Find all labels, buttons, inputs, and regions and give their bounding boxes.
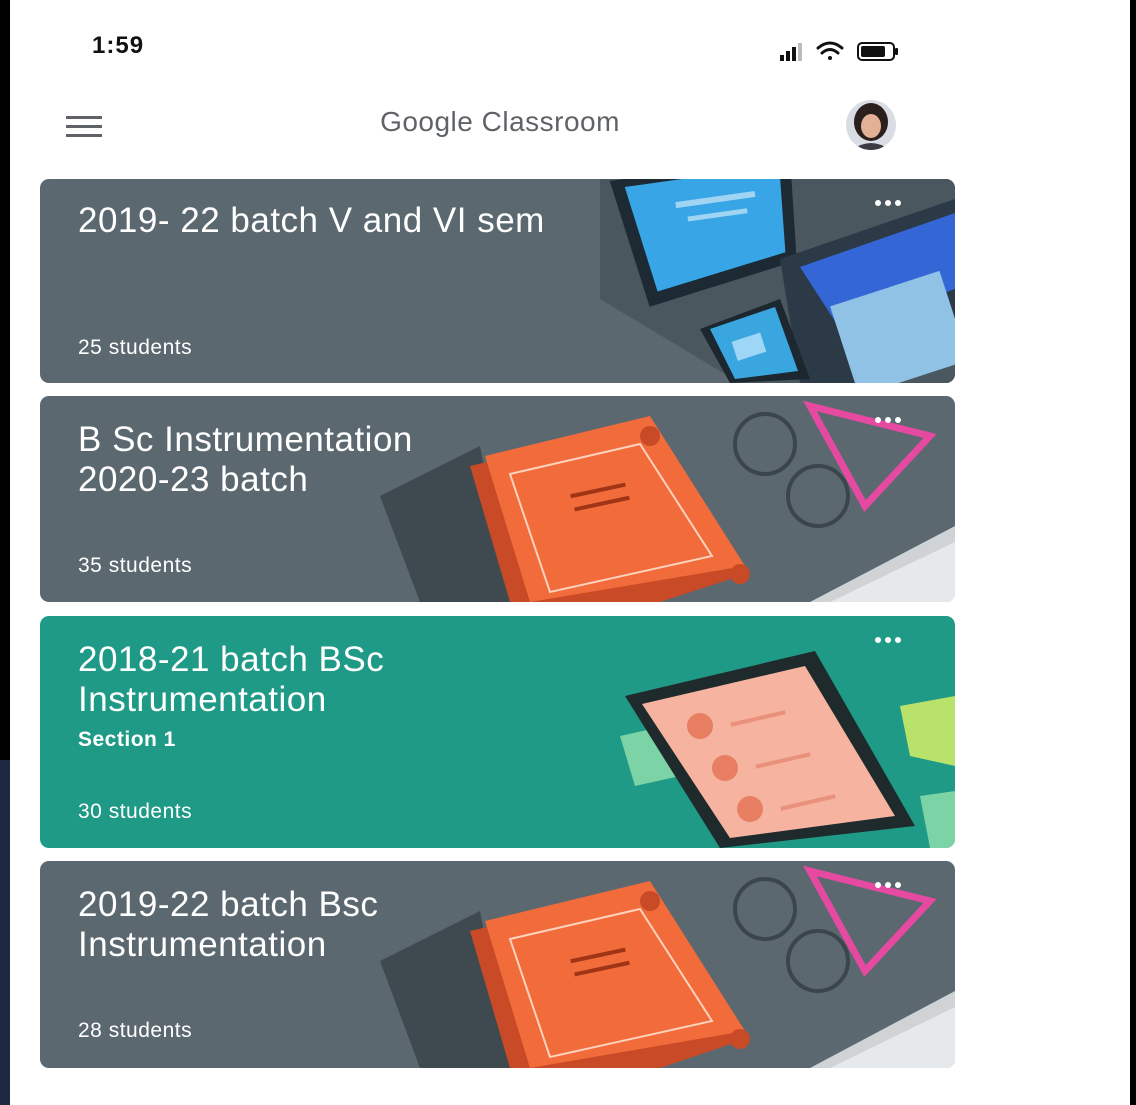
class-card[interactable]: 2019- 22 batch V and VI sem 25 students: [40, 179, 955, 383]
right-screen-edge: [1130, 0, 1136, 1105]
class-card[interactable]: B Sc Instrumentation 2020-23 batch 35 st…: [40, 396, 955, 602]
class-card[interactable]: 2019-22 batch Bsc Instrumentation 28 stu…: [40, 861, 955, 1068]
battery-icon: [857, 42, 898, 61]
more-options-icon[interactable]: [868, 191, 908, 215]
class-card[interactable]: 2018-21 batch BSc Instrumentation Sectio…: [40, 616, 955, 848]
class-title-line: 2020-23 batch: [78, 460, 309, 499]
profile-avatar[interactable]: [846, 100, 896, 150]
more-options-icon[interactable]: [868, 408, 908, 432]
student-count: 35 students: [78, 554, 193, 577]
student-count: 30 students: [78, 800, 193, 823]
class-title-line: B Sc Instrumentation: [78, 420, 413, 459]
student-count: 28 students: [78, 1019, 193, 1042]
class-title-line: 2018-21 batch BSc: [78, 640, 385, 679]
class-title: 2019-22 batch Bsc Instrumentation: [78, 885, 378, 965]
more-options-icon[interactable]: [868, 873, 908, 897]
status-icons: [780, 41, 898, 61]
class-title-line: 2019- 22 batch V and VI sem: [78, 201, 545, 240]
class-section: Section 1: [78, 728, 176, 751]
cellular-signal-icon: [780, 43, 802, 61]
more-options-icon[interactable]: [868, 628, 908, 652]
student-count: 25 students: [78, 336, 193, 359]
class-title: 2018-21 batch BSc Instrumentation: [78, 640, 384, 720]
class-title-line: 2019-22 batch Bsc: [78, 885, 379, 924]
status-time: 1:59: [92, 32, 145, 59]
class-title: 2019- 22 batch V and VI sem: [78, 201, 545, 241]
class-title: B Sc Instrumentation 2020-23 batch: [78, 420, 413, 500]
class-title-line: Instrumentation: [78, 680, 327, 719]
wifi-icon: [816, 41, 844, 60]
left-screen-edge: [0, 0, 10, 1105]
class-title-line: Instrumentation: [78, 925, 327, 964]
